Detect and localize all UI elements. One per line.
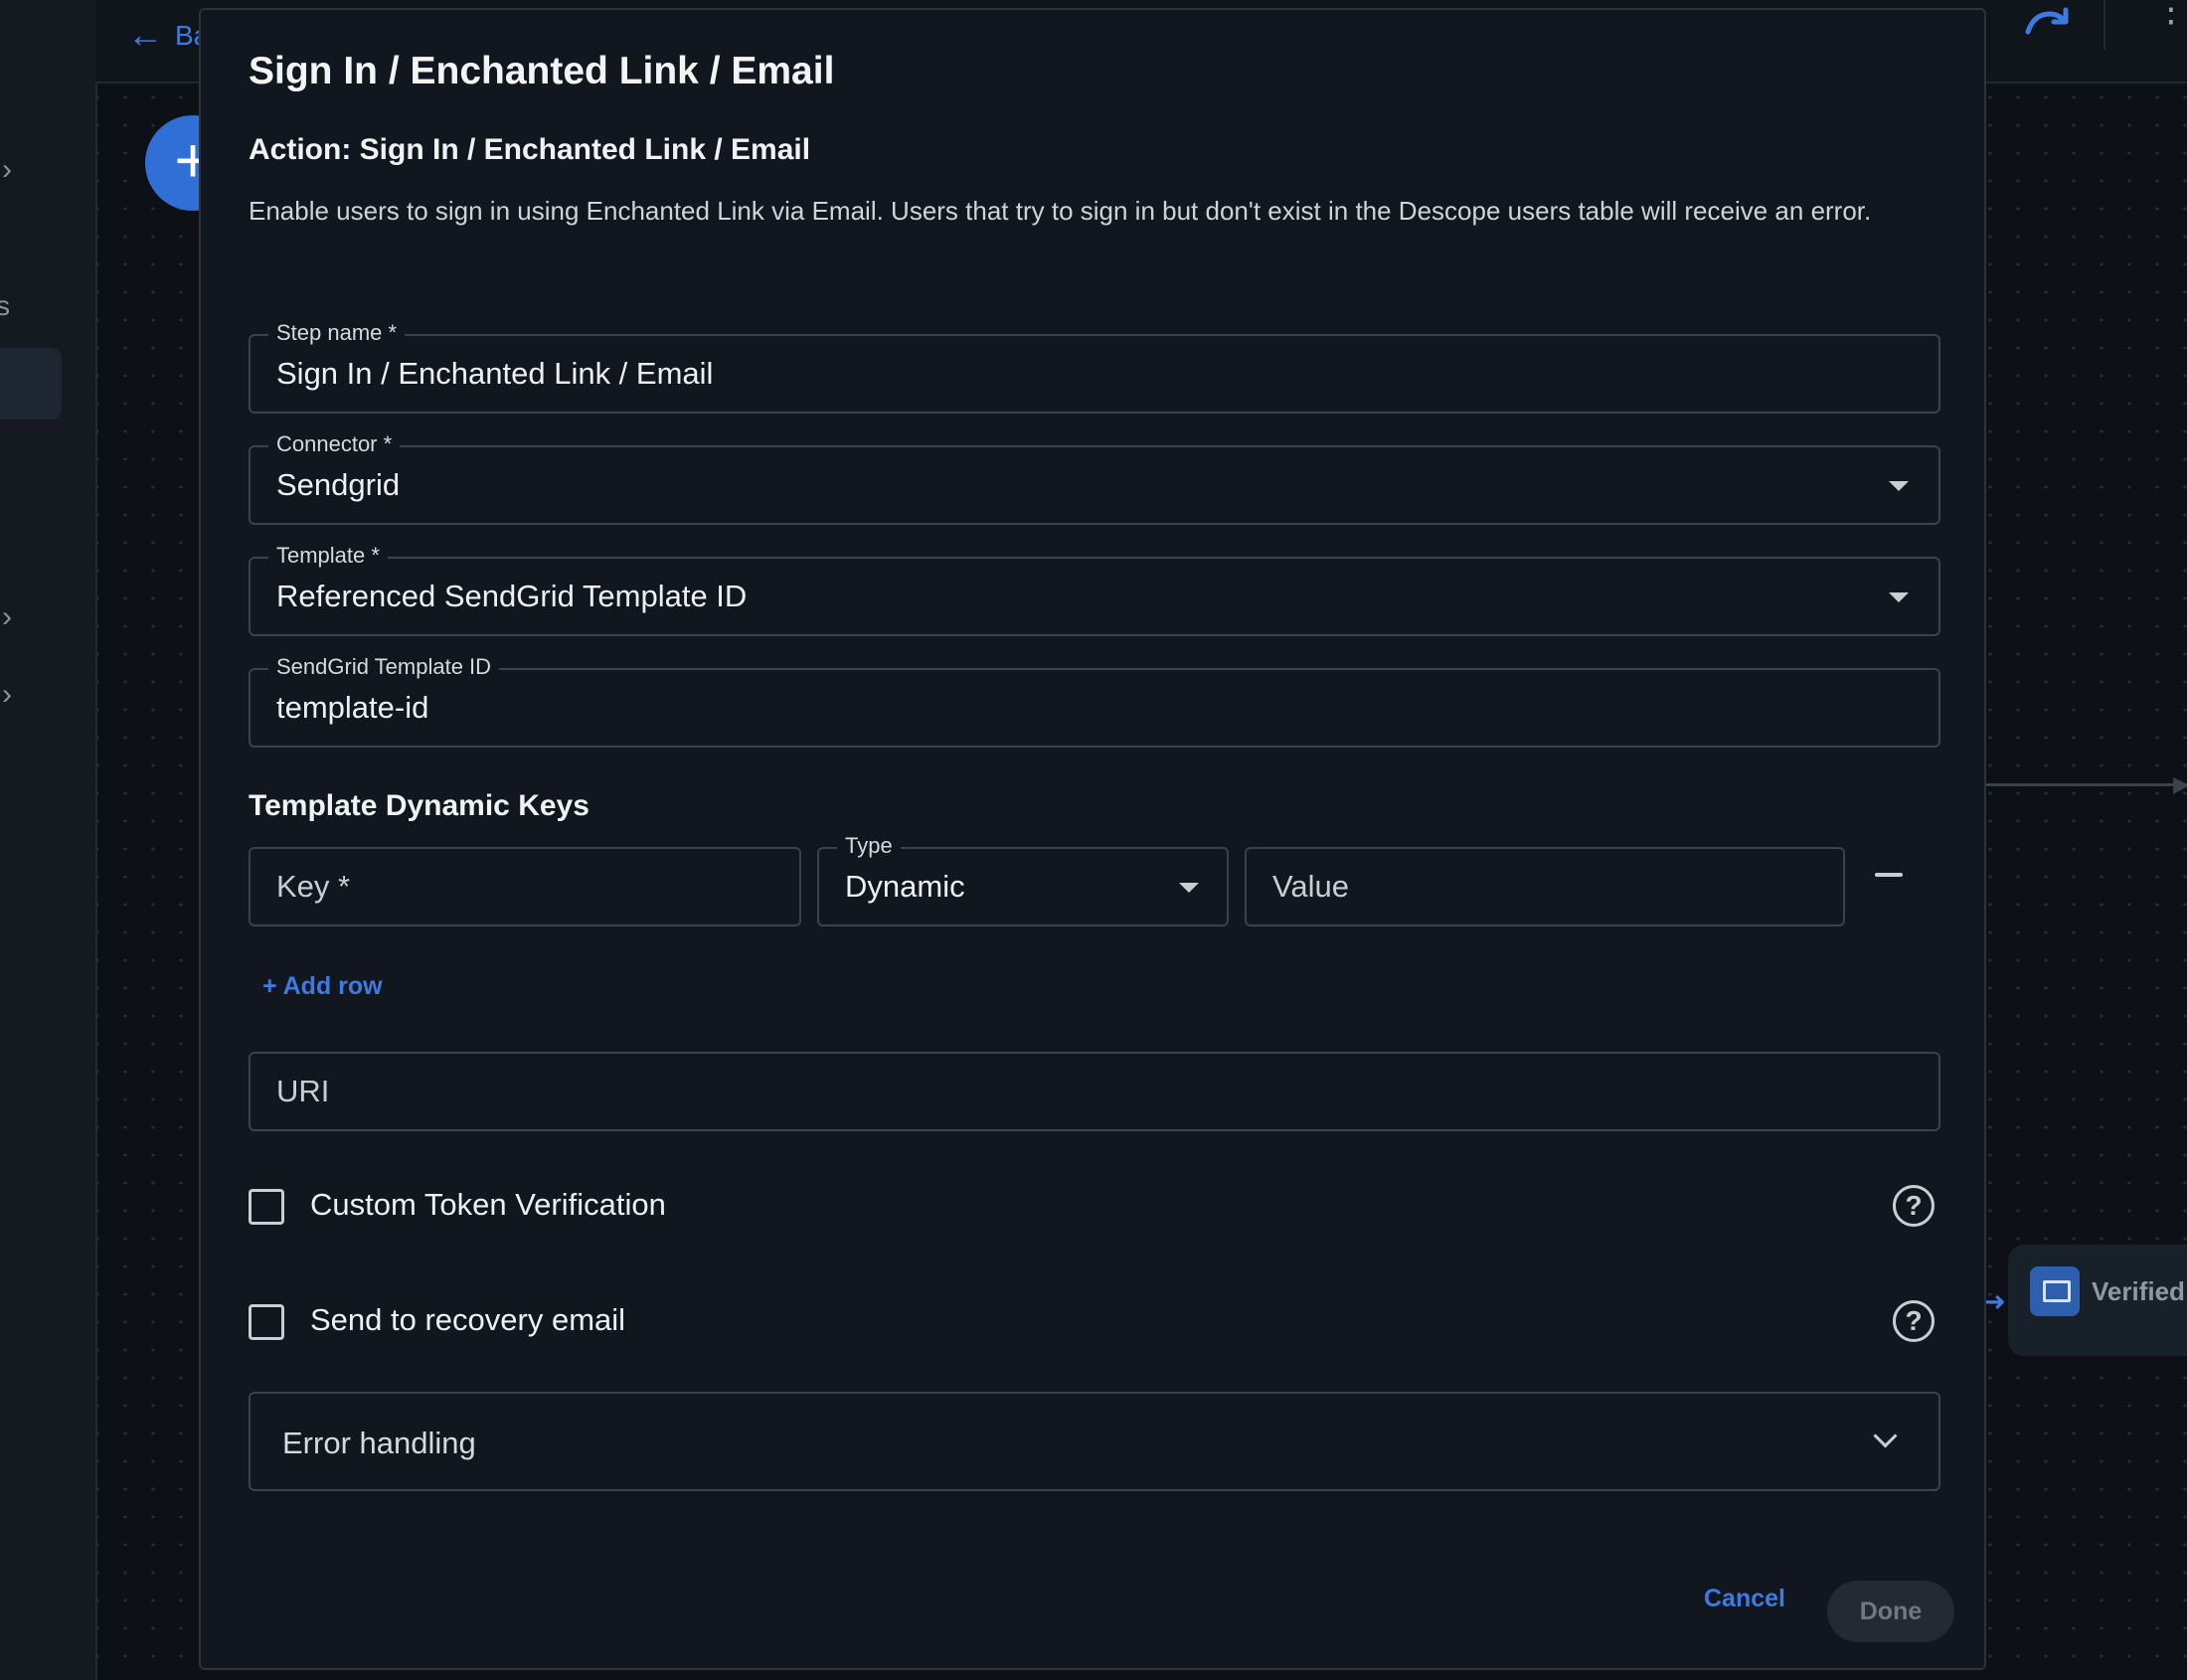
action-title: Action: Sign In / Enchanted Link / Email (249, 133, 811, 166)
arrow-left-icon[interactable]: ← (127, 14, 163, 56)
more-vertical-icon[interactable]: ⋮ (2153, 0, 2187, 27)
monitor-icon (2030, 1266, 2080, 1316)
value-placeholder: Value (1272, 869, 1349, 904)
custom-token-verification-checkbox[interactable] (249, 1189, 284, 1225)
custom-token-verification-label[interactable]: Custom Token Verification (310, 1187, 666, 1223)
dynamic-value-input[interactable]: Value (1245, 847, 1845, 926)
dynamic-type-select[interactable]: Type Dynamic (817, 833, 1229, 926)
template-label: Template * (268, 543, 388, 569)
help-icon[interactable]: ? (1893, 1300, 1935, 1342)
add-row-button[interactable]: + Add row (262, 972, 383, 1001)
key-placeholder: Key * (276, 869, 351, 904)
arrow-right-icon: ▶ (2173, 771, 2187, 796)
action-description: Enable users to sign in using Enchanted … (249, 196, 1872, 226)
chevron-right-icon[interactable]: › (2, 678, 12, 712)
modal-title: Sign In / Enchanted Link / Email (249, 50, 835, 92)
sendgrid-template-id-value: template-id (276, 690, 429, 725)
help-icon[interactable]: ? (1893, 1185, 1935, 1227)
recovery-email-label[interactable]: Send to recovery email (310, 1302, 625, 1338)
caret-down-icon (1889, 592, 1909, 602)
error-handling-label: Error handling (282, 1426, 476, 1460)
step-name-label: Step name * (268, 320, 406, 346)
template-value: Referenced SendGrid Template ID (276, 579, 748, 613)
arrow-right-icon: ➜ (1984, 1286, 2006, 1316)
chevron-down-icon (1873, 1424, 1898, 1448)
remove-row-icon[interactable] (1875, 873, 1903, 877)
dynamic-keys-title: Template Dynamic Keys (249, 789, 589, 822)
uri-input[interactable]: URI (249, 1052, 1940, 1131)
template-select[interactable]: Template * Referenced SendGrid Template … (249, 543, 1940, 636)
sidebar-selected-item[interactable] (0, 348, 62, 420)
chevron-right-icon[interactable]: › (2, 600, 12, 634)
toolbar-divider (2103, 0, 2105, 50)
action-config-modal: Sign In / Enchanted Link / Email Action:… (199, 8, 1986, 1670)
redo-icon[interactable] (2024, 4, 2070, 45)
done-button[interactable]: Done (1827, 1581, 1954, 1642)
cancel-button[interactable]: Cancel (1704, 1585, 1785, 1613)
left-sidebar: › s › › (0, 0, 97, 1680)
type-value: Dynamic (845, 869, 965, 904)
connector-label: Connector * (268, 431, 401, 457)
caret-down-icon (1179, 883, 1199, 893)
caret-down-icon (1889, 481, 1909, 491)
connector-value: Sendgrid (276, 467, 401, 502)
uri-placeholder: URI (276, 1074, 330, 1108)
sendgrid-template-id-label: SendGrid Template ID (268, 654, 500, 680)
step-name-field[interactable]: Step name * Sign In / Enchanted Link / E… (249, 320, 1940, 414)
sendgrid-template-id-field[interactable]: SendGrid Template ID template-id (249, 654, 1940, 748)
chevron-right-icon[interactable]: › (2, 153, 12, 187)
flow-connector-line (1986, 783, 2187, 786)
error-handling-accordion[interactable]: Error handling (249, 1392, 1940, 1491)
sidebar-text-fragment: s (0, 290, 10, 321)
type-label: Type (837, 833, 901, 859)
flow-node-verified[interactable]: Verified S (2008, 1245, 2187, 1356)
custom-token-verification-row: Custom Token Verification ? (249, 1181, 1938, 1231)
recovery-email-checkbox[interactable] (249, 1304, 284, 1340)
recovery-email-row: Send to recovery email ? (249, 1296, 1938, 1346)
flow-node-label: Verified S (2092, 1276, 2187, 1306)
step-name-value: Sign In / Enchanted Link / Email (276, 356, 714, 391)
dynamic-key-input[interactable]: Key * (249, 847, 801, 926)
connector-select[interactable]: Connector * Sendgrid (249, 431, 1940, 525)
